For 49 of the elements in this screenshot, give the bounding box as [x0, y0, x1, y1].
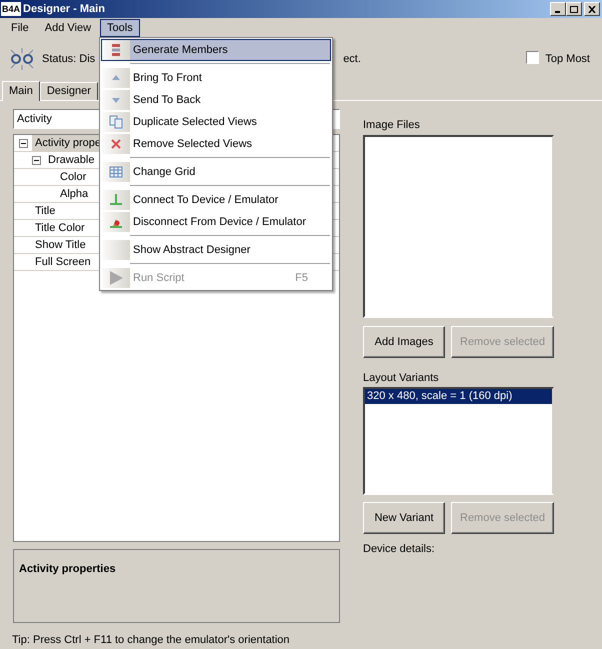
- property-name[interactable]: Title Color: [32, 220, 88, 236]
- menu-bar-item[interactable]: Tools: [100, 18, 140, 36]
- layout-variants-label: Layout Variants: [363, 371, 440, 385]
- close-icon: [109, 137, 123, 151]
- menu-item[interactable]: Connect To Device / Emulator: [101, 189, 331, 211]
- property-name[interactable]: Full Screen: [32, 254, 94, 270]
- menu-bar-item[interactable]: Add View: [38, 18, 98, 36]
- menu-item[interactable]: Change Grid: [101, 161, 331, 183]
- tab[interactable]: Main: [2, 81, 40, 101]
- menu-item[interactable]: Bring To Front: [101, 67, 331, 89]
- property-name[interactable]: Title: [32, 202, 58, 220]
- variant-item[interactable]: 320 x 480, scale = 1 (160 dpi): [365, 389, 552, 404]
- minimize-button[interactable]: [550, 2, 566, 16]
- menu-item[interactable]: Generate Members: [101, 39, 331, 61]
- tab[interactable]: Designer: [40, 82, 98, 100]
- play-icon: [108, 270, 124, 286]
- disconnected-icon: [8, 47, 36, 71]
- grid-icon: [109, 165, 123, 179]
- device-details-label: Device details:: [363, 542, 436, 557]
- close-button[interactable]: [584, 2, 600, 16]
- collapse-toggle[interactable]: [18, 138, 28, 148]
- plug-icon: [109, 193, 123, 207]
- property-name[interactable]: Show Title: [32, 236, 89, 254]
- app-logo: B4A: [1, 2, 22, 16]
- maximize-button[interactable]: [566, 2, 582, 16]
- image-files-label: Image Files: [363, 118, 421, 132]
- new-variant-button[interactable]: New Variant: [363, 502, 445, 534]
- members-icon: [109, 43, 123, 57]
- property-name[interactable]: Color: [46, 168, 90, 186]
- property-name[interactable]: Alpha: [46, 186, 92, 202]
- menu-item[interactable]: Remove Selected Views: [101, 133, 331, 155]
- menu-item[interactable]: Send To Back: [101, 89, 331, 111]
- status-text: ect.: [343, 52, 361, 67]
- tip-text: Tip: Press Ctrl + F11 to change the emulator's orientation: [12, 633, 291, 648]
- collapse-toggle[interactable]: [32, 156, 41, 164]
- window-title: Designer - Main: [23, 2, 106, 17]
- status-text: Status: Dis: [42, 52, 96, 67]
- close-icon: [588, 6, 596, 12]
- top-most-label: Top Most: [545, 52, 590, 67]
- menu-item[interactable]: Disconnect From Device / Emulator: [101, 211, 331, 233]
- menu-item[interactable]: Duplicate Selected Views: [101, 111, 331, 133]
- property-name[interactable]: Drawable: [45, 152, 98, 168]
- top-most-checkbox[interactable]: [526, 50, 540, 64]
- add-images-button[interactable]: Add Images: [363, 326, 445, 358]
- maximize-icon: [570, 6, 578, 12]
- description-title: Activity properties: [19, 563, 116, 575]
- copy-icon: [109, 115, 123, 129]
- menu-item[interactable]: Show Abstract Designer: [101, 239, 331, 261]
- menu-bar-item[interactable]: File: [4, 18, 36, 36]
